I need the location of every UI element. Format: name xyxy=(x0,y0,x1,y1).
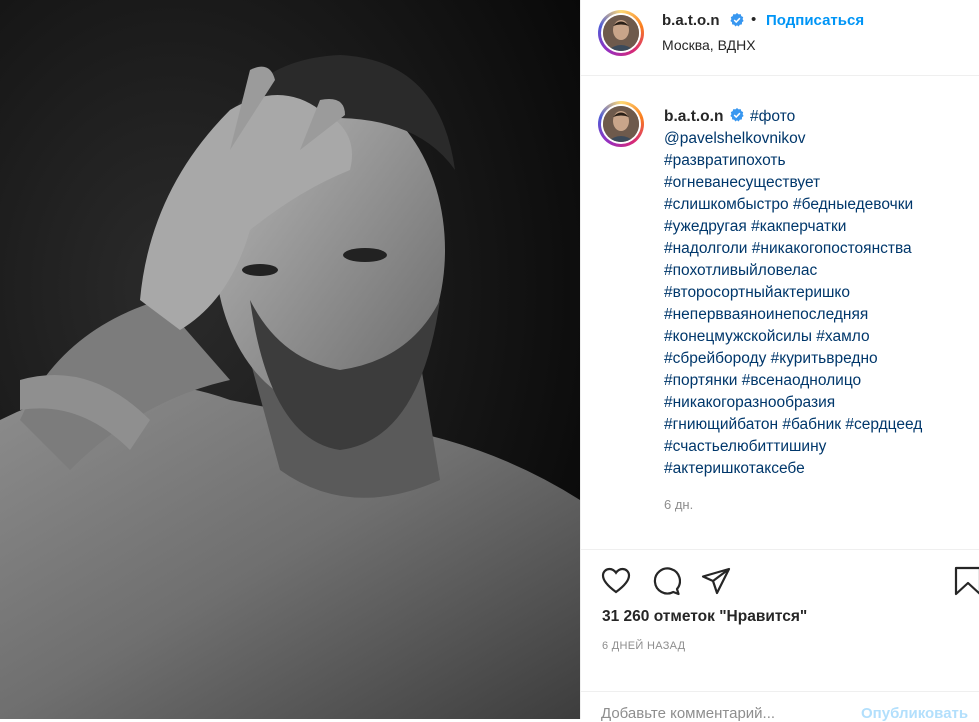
caption-line: #портянки #всенаоднолицо xyxy=(664,370,969,392)
hashtag-link[interactable]: #всенаоднолицо xyxy=(742,372,861,389)
hashtag-link[interactable]: #никакогопостоянства xyxy=(752,240,912,257)
post-photo[interactable] xyxy=(0,0,580,719)
bookmark-icon[interactable] xyxy=(953,566,979,596)
caption-line: #слишкомбыстро #бедныедевочки xyxy=(664,194,969,216)
caption-line: #счастьелюбиттишину xyxy=(664,436,969,458)
hashtag-link[interactable]: #портянки xyxy=(664,372,737,389)
post-side-panel: b.a.t.o.n • Подписаться Москва, ВДНХ b.a… xyxy=(580,0,979,722)
publish-button[interactable]: Опубликовать xyxy=(861,705,968,722)
hashtag-link[interactable]: #бабник #сердцеед xyxy=(782,416,922,433)
hashtag-link[interactable]: #конецмужскойсилы xyxy=(664,328,812,345)
verified-badge-icon xyxy=(730,108,744,122)
caption-line: #непервваяноинепоследняя xyxy=(664,304,969,326)
header-username[interactable]: b.a.t.o.n xyxy=(662,12,720,29)
location-link[interactable]: Москва, ВДНХ xyxy=(662,37,756,53)
hashtag-link[interactable]: #похотливыйловелас xyxy=(664,262,817,279)
hashtag-link[interactable]: #никакогоразнообразия xyxy=(664,394,835,411)
hashtag-link[interactable]: #куритьвредно xyxy=(771,350,878,367)
caption-line: #конецмужскойсилы #хамло xyxy=(664,326,969,348)
verified-badge-icon xyxy=(730,13,744,27)
comment-input[interactable] xyxy=(601,705,841,722)
caption-username[interactable]: b.a.t.o.n xyxy=(664,108,723,125)
hashtag-link[interactable]: #слишкомбыстро xyxy=(664,196,789,213)
hashtag-link[interactable]: #бедныедевочки xyxy=(793,196,913,213)
caption-line: #сбрейбороду #куритьвредно xyxy=(664,348,969,370)
post-time-long: 6 ДНЕЙ НАЗАД xyxy=(602,640,686,652)
hashtag-link[interactable]: #ужедругая xyxy=(664,218,747,235)
follow-button[interactable]: Подписаться xyxy=(766,12,864,29)
caption-line: #развратипохоть xyxy=(664,150,969,172)
mention-link[interactable]: @pavelshelkovnikov xyxy=(664,130,806,147)
caption-line: b.a.t.o.n #фото xyxy=(664,106,969,128)
caption-avatar[interactable] xyxy=(598,101,644,147)
caption-line: #никакогоразнообразия xyxy=(664,392,969,414)
caption-line: #ужедругая #какперчатки xyxy=(664,216,969,238)
hashtag-link[interactable]: #актеришкотаксебе xyxy=(664,460,805,477)
hashtag-link[interactable]: #развратипохоть xyxy=(664,152,786,169)
hashtag-link[interactable]: #какперчатки xyxy=(751,218,846,235)
caption-line: #надолголи #никакогопостоянства xyxy=(664,238,969,260)
hashtag-link[interactable]: #непервваяноинепоследняя xyxy=(664,306,868,323)
hashtag-link[interactable]: #надолголи xyxy=(664,240,747,257)
hashtag-link[interactable]: #второсортныйактеришко xyxy=(664,284,850,301)
post-time-short: 6 дн. xyxy=(664,497,694,512)
post-caption: b.a.t.o.n #фото @pavelshelkovnikov #развр… xyxy=(664,106,969,480)
likes-count[interactable]: 31 260 отметок "Нравится" xyxy=(602,608,807,626)
hashtag-link[interactable]: #огневанесуществует xyxy=(664,174,820,191)
caption-line: #гниющийбатон #бабник #сердцеед xyxy=(664,414,969,436)
speech-bubble-icon[interactable] xyxy=(651,566,681,596)
caption-line: #второсортныйактеришко xyxy=(664,282,969,304)
avatar[interactable] xyxy=(598,10,644,56)
caption-line: #похотливыйловелас xyxy=(664,260,969,282)
photo-image xyxy=(0,0,580,719)
header-separator: • xyxy=(751,11,757,28)
heart-icon[interactable] xyxy=(601,566,631,596)
hashtag-link[interactable]: #хамло xyxy=(816,328,869,345)
caption-line: @pavelshelkovnikov xyxy=(664,128,969,150)
hashtag-link[interactable]: #гниющийбатон xyxy=(664,416,778,433)
hashtag-link[interactable]: #сбрейбороду xyxy=(664,350,766,367)
caption-line: #огневанесуществует xyxy=(664,172,969,194)
hashtag-link[interactable]: #фото xyxy=(750,108,795,125)
paper-plane-icon[interactable] xyxy=(701,566,731,596)
hashtag-link[interactable]: #счастьелюбиттишину xyxy=(664,438,826,455)
caption-line: #актеришкотаксебе xyxy=(664,458,969,480)
post-header: b.a.t.o.n • Подписаться Москва, ВДНХ xyxy=(581,0,979,76)
